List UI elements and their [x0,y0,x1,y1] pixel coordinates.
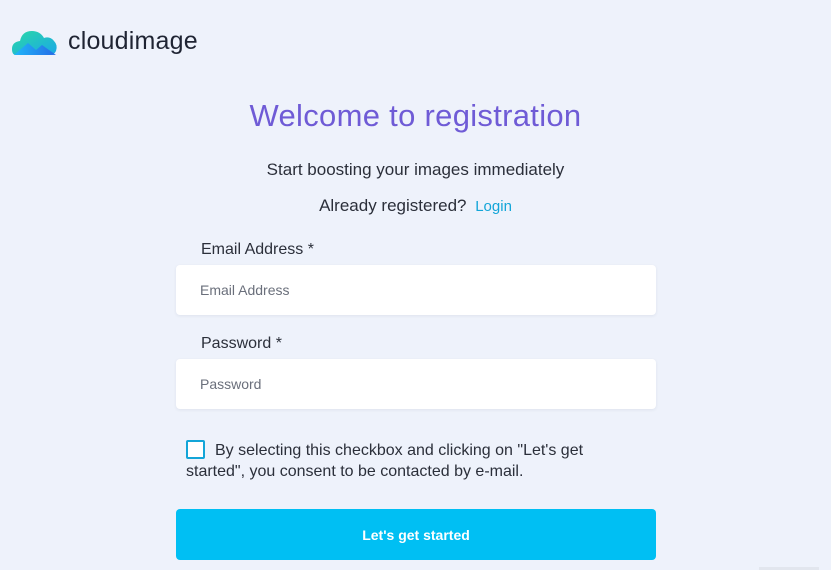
password-label: Password * [201,335,282,352]
consent-text: By selecting this checkbox and clicking … [186,442,584,480]
email-label: Email Address * [201,241,314,258]
get-started-button[interactable]: Let's get started [176,509,656,560]
consent-row: By selecting this checkbox and clicking … [186,440,626,482]
brand-logo[interactable]: cloudimage [12,24,198,58]
login-link[interactable]: Login [475,198,512,215]
page-title: Welcome to registration [249,98,582,133]
cloud-logo-icon [12,25,58,57]
brand-name: cloudimage [68,27,198,55]
already-registered-row: Already registered? Login [0,196,831,216]
consent-checkbox[interactable] [186,440,205,459]
email-field[interactable] [176,265,656,315]
already-registered-text: Already registered? [319,196,467,215]
page-subtitle: Start boosting your images immediately [266,160,565,179]
password-field[interactable] [176,359,656,409]
